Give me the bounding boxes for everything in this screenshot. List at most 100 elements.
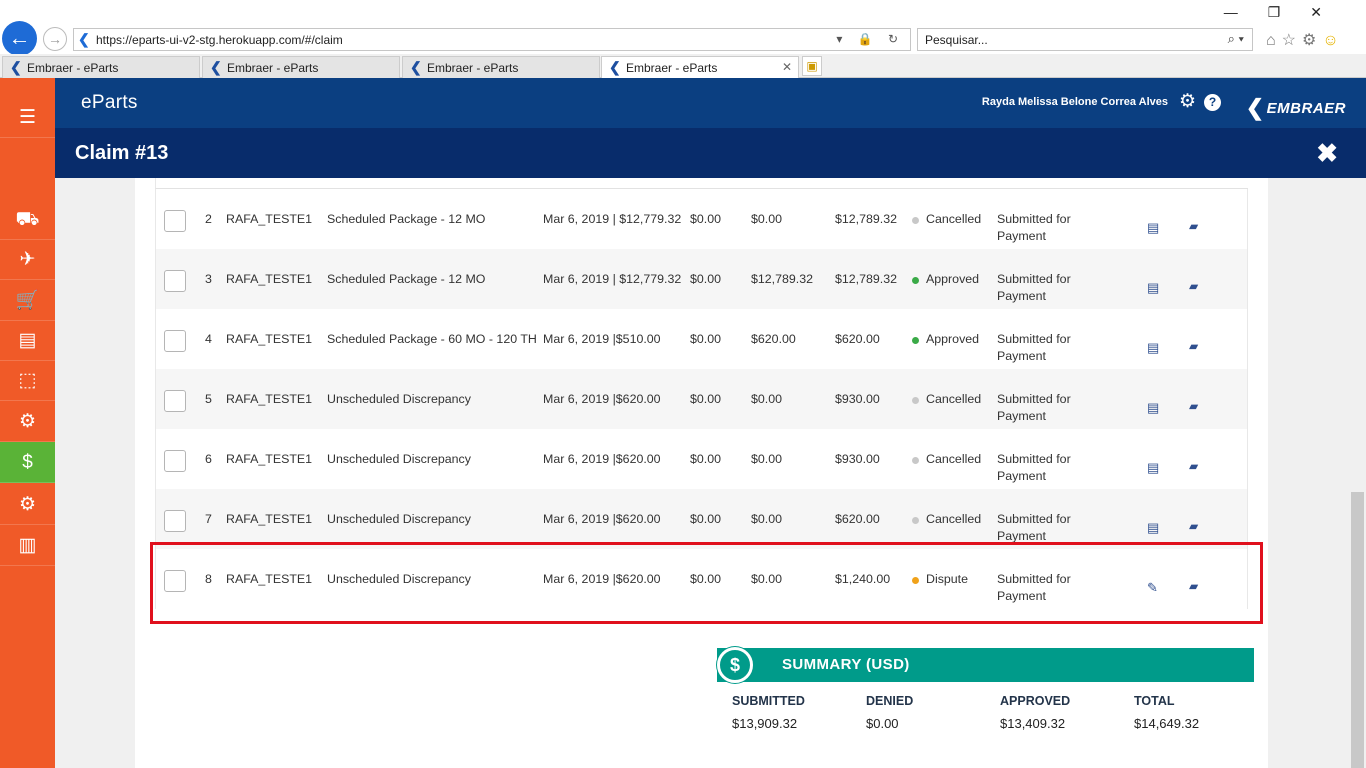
row-checkbox[interactable] <box>164 330 186 352</box>
new-tab-button[interactable]: ▣ <box>802 56 822 76</box>
smiley-icon[interactable]: ☺ <box>1322 32 1344 49</box>
app-logo[interactable]: eParts <box>81 92 138 114</box>
row-user: RAFA_TESTE1 <box>226 332 313 346</box>
invoice-icon[interactable]: ▤ <box>1147 279 1159 296</box>
window-close-icon[interactable]: ✕ <box>1310 4 1352 20</box>
table-row[interactable]: 3 RAFA_TESTE1 Scheduled Package - 12 MO Mar… <box>155 249 1248 309</box>
row-description: Unscheduled Discrepancy <box>327 452 471 466</box>
summary-value: $0.00 <box>866 716 899 731</box>
summary-total: TOTAL $14,649.32 <box>1134 694 1199 731</box>
forward-arrow-icon[interactable]: → <box>43 27 67 51</box>
settings-gear-icon[interactable]: ⚙ <box>0 401 55 442</box>
restore-icon[interactable]: ❐ <box>1268 4 1311 20</box>
table-top-border <box>155 178 1248 189</box>
row-number: 5 <box>205 392 212 406</box>
tools-gear-icon[interactable]: ⚙ <box>1302 32 1322 49</box>
book-icon[interactable]: ▰ <box>1189 458 1198 475</box>
menu-icon[interactable]: ☰ <box>0 97 55 138</box>
minimize-icon[interactable]: — <box>1224 4 1268 20</box>
address-bar[interactable]: ❮ https://eparts-ui-v2-stg.herokuapp.com… <box>73 28 911 51</box>
book-icon[interactable]: ▰ <box>1189 518 1198 535</box>
status-dot-icon <box>912 457 919 464</box>
highlight-annotation <box>150 542 1263 624</box>
table-row[interactable]: 2 RAFA_TESTE1 Scheduled Package - 12 MO Mar… <box>155 189 1248 249</box>
row-submitted: $0.00 <box>690 512 722 526</box>
truck-icon[interactable]: ⛟ <box>0 199 55 240</box>
url-text[interactable]: https://eparts-ui-v2-stg.herokuapp.com/#… <box>96 33 343 47</box>
home-icon[interactable]: ⌂ <box>1266 32 1282 49</box>
row-checkbox[interactable] <box>164 450 186 472</box>
search-placeholder: Pesquisar... <box>925 33 988 47</box>
back-arrow-icon[interactable]: ← <box>2 21 37 56</box>
book-icon[interactable]: ▰ <box>1189 398 1198 415</box>
row-number: 4 <box>205 332 212 346</box>
table-row[interactable]: 7 RAFA_TESTE1 Unscheduled Discrepancy Mar 6… <box>155 489 1248 549</box>
row-total: $12,789.32 <box>835 212 898 226</box>
row-checkbox[interactable] <box>164 270 186 292</box>
browser-tab[interactable]: ❮ Embraer - eParts <box>202 56 400 78</box>
user-name[interactable]: Rayda Melissa Belone Correa Alves <box>982 96 1168 108</box>
status-dot-icon <box>912 517 919 524</box>
row-status: Cancelled <box>926 392 982 406</box>
row-denied: $0.00 <box>751 212 783 226</box>
dollar-icon: $ <box>717 647 753 683</box>
document-icon[interactable]: ▤ <box>0 320 55 361</box>
row-user: RAFA_TESTE1 <box>226 212 313 226</box>
table-row[interactable]: 4 RAFA_TESTE1 Scheduled Package - 60 MO - … <box>155 309 1248 369</box>
status-dot-icon <box>912 337 919 344</box>
window-controls[interactable]: —❐✕ <box>1224 4 1352 21</box>
gears-icon[interactable]: ⚙ <box>0 484 55 525</box>
invoice-icon[interactable]: ▤ <box>1147 339 1159 356</box>
browser-toolbar-icons[interactable]: ⌂☆⚙☺ <box>1266 30 1345 50</box>
table-row[interactable]: 6 RAFA_TESTE1 Unscheduled Discrepancy Mar 6… <box>155 429 1248 489</box>
row-checkbox[interactable] <box>164 390 186 412</box>
cart-icon[interactable]: 🛒 <box>0 280 55 321</box>
help-icon[interactable]: ? <box>1204 94 1221 111</box>
site-favicon-icon: ❮ <box>78 31 90 47</box>
browser-search-input[interactable]: Pesquisar... ⌕ ▾ <box>917 28 1253 51</box>
invoice-icon[interactable]: ▤ <box>1147 399 1159 416</box>
search-icon[interactable]: ⌕ ▾ <box>1228 31 1244 47</box>
book-icon[interactable]: ▰ <box>1189 218 1198 235</box>
row-status: Approved <box>926 272 980 286</box>
book-icon[interactable]: ▰ <box>1189 338 1198 355</box>
row-date: Mar 6, 2019 | $12,779.32 <box>543 272 682 286</box>
tab-favicon-icon: ❮ <box>410 59 422 75</box>
summary-value: $13,409.32 <box>1000 716 1066 731</box>
invoice-icon[interactable]: ▤ <box>1147 459 1159 476</box>
table-row[interactable]: 5 RAFA_TESTE1 Unscheduled Discrepancy Mar 6… <box>155 369 1248 429</box>
browser-tab[interactable]: ❮ Embraer - eParts <box>2 56 200 78</box>
row-date: Mar 6, 2019 |$510.00 <box>543 332 661 346</box>
row-checkbox[interactable] <box>164 510 186 532</box>
browser-tab-strip: ❮ Embraer - eParts ❮ Embraer - eParts ❮ … <box>0 54 1366 78</box>
row-payment-status: Submitted for Payment <box>997 332 1071 363</box>
scrollbar[interactable] <box>1349 178 1366 768</box>
box-icon[interactable]: ⬚ <box>0 360 55 401</box>
scrollbar-thumb[interactable] <box>1351 492 1364 768</box>
lock-refresh-icons[interactable]: ▾ 🔒 ↻ <box>836 32 904 46</box>
row-status: Approved <box>926 332 980 346</box>
favorites-star-icon[interactable]: ☆ <box>1282 32 1302 49</box>
dollar-icon[interactable]: $ <box>0 442 55 483</box>
close-icon[interactable]: ✖ <box>1316 138 1338 169</box>
row-checkbox[interactable] <box>164 210 186 232</box>
browser-tab[interactable]: ❮ Embraer - eParts <box>402 56 600 78</box>
row-total: $12,789.32 <box>835 272 898 286</box>
row-user: RAFA_TESTE1 <box>226 272 313 286</box>
summary-label: SUBMITTED <box>732 694 805 708</box>
tab-close-icon[interactable]: ✕ <box>782 60 792 74</box>
settings-gear-icon[interactable]: ⚙ <box>1179 90 1196 113</box>
invoice-icon[interactable]: ▤ <box>1147 219 1159 236</box>
plane-icon[interactable]: ✈ <box>0 239 55 280</box>
status-dot-icon <box>912 277 919 284</box>
row-status: Cancelled <box>926 212 982 226</box>
row-description: Scheduled Package - 60 MO - 120 TH <box>327 332 537 346</box>
row-submitted: $0.00 <box>690 272 722 286</box>
browser-tab-active[interactable]: ❮ Embraer - eParts ✕ <box>601 56 799 78</box>
summary-submitted: SUBMITTED $13,909.32 <box>732 694 805 731</box>
invoice-icon[interactable]: ▤ <box>1147 519 1159 536</box>
tab-favicon-icon: ❮ <box>10 59 22 75</box>
chart-icon[interactable]: ▥ <box>0 525 55 566</box>
book-icon[interactable]: ▰ <box>1189 278 1198 295</box>
row-number: 2 <box>205 212 212 226</box>
